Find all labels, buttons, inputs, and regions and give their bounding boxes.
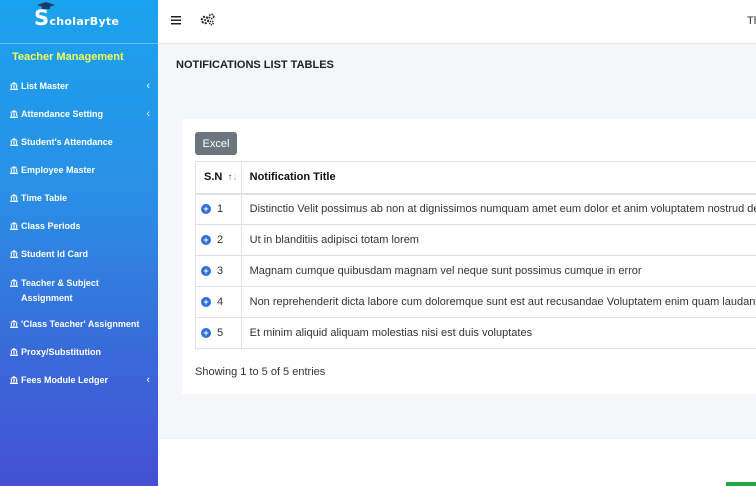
- footer: [158, 438, 756, 486]
- sidebar-item-time-table[interactable]: Time Table: [0, 184, 158, 212]
- bank-icon: [10, 222, 18, 230]
- sidebar-item-label: 'Class Teacher' Assignment: [21, 319, 140, 329]
- bank-icon: [10, 348, 18, 356]
- expand-row-icon[interactable]: +: [201, 204, 211, 215]
- notification-title-cell: Distinctio Velit possimus ab non at dign…: [241, 193, 756, 225]
- page-title: NOTIFICATIONS LIST TABLES: [176, 59, 334, 71]
- expand-row-icon[interactable]: +: [201, 297, 211, 308]
- sn-cell: +4: [195, 286, 242, 318]
- notification-title-cell: Ut in blanditiis adipisci totam lorem: [241, 224, 756, 256]
- sidebar-item-label: Class Periods: [21, 221, 81, 231]
- bank-icon: [10, 250, 18, 258]
- sn-value: 3: [217, 265, 224, 278]
- table-row: +5 Et minim aliquid aliquam molestias nis…: [195, 317, 756, 349]
- user-name[interactable]: Th: [747, 15, 756, 27]
- sidebar-item-student-s-attendance[interactable]: Student's Attendance: [0, 128, 158, 156]
- sort-icon: ↑↓: [227, 172, 238, 184]
- sidebar-item-label: Student's Attendance: [21, 137, 113, 147]
- notification-title-cell: Non reprehenderit dicta labore cum dolor…: [241, 286, 756, 318]
- sidebar-item-label: Time Table: [21, 193, 68, 203]
- column-header-notification-title[interactable]: Notification Title: [241, 161, 756, 195]
- bank-icon: [10, 110, 18, 118]
- brand-first-letter: S: [34, 6, 50, 30]
- table-row: +4 Non reprehenderit dicta labore cum dol…: [195, 286, 756, 318]
- sn-cell: +3: [195, 255, 242, 287]
- sn-value: 5: [217, 327, 224, 340]
- sidebar-item-class-teacher-assignment[interactable]: 'Class Teacher' Assignment: [0, 310, 158, 338]
- footer-accent: [726, 482, 756, 486]
- sidebar-item-student-id-card[interactable]: Student Id Card: [0, 240, 158, 268]
- sidebar-section-title: Teacher Management: [12, 51, 124, 63]
- excel-export-button[interactable]: Excel: [195, 132, 237, 155]
- table-header-row: S.N ↑↓ Notification Title: [195, 161, 756, 195]
- sidebar-item-fees-module-ledger[interactable]: Fees Module Ledger ‹: [0, 366, 158, 394]
- bank-icon: [10, 279, 18, 287]
- sn-value: 1: [217, 203, 224, 216]
- table-row: +1 Distinctio Velit possimus ab non at di…: [195, 193, 756, 225]
- hamburger-icon[interactable]: [171, 15, 181, 25]
- notification-title-cell: Et minim aliquid aliquam molestias nisi …: [241, 317, 756, 349]
- expand-row-icon[interactable]: +: [201, 235, 211, 246]
- chevron-left-icon: ‹: [146, 80, 150, 92]
- sidebar-item-class-periods[interactable]: Class Periods: [0, 212, 158, 240]
- sidebar-item-attendance-setting[interactable]: Attendance Setting ‹: [0, 100, 158, 128]
- sidebar-item-proxy-substitution[interactable]: Proxy/Substitution: [0, 338, 158, 366]
- expand-row-icon[interactable]: +: [201, 328, 211, 339]
- expand-row-icon[interactable]: +: [201, 266, 211, 277]
- column-header-sn[interactable]: S.N ↑↓: [195, 161, 242, 195]
- table-info: Showing 1 to 5 of 5 entries: [195, 366, 326, 378]
- bank-icon: [10, 194, 18, 202]
- table-row: +2 Ut in blanditiis adipisci totam lorem: [195, 224, 756, 256]
- cogs-icon[interactable]: [200, 13, 215, 26]
- column-label-sn: S.N: [204, 171, 223, 184]
- sidebar-item-list-master[interactable]: List Master ‹: [0, 72, 158, 100]
- sidebar-nav: List Master ‹ Attendance Setting ‹ Student's…: [0, 72, 158, 394]
- chevron-left-icon: ‹: [146, 374, 150, 386]
- sn-cell: +1: [195, 193, 242, 225]
- sidebar-item-label: Employee Master: [21, 165, 96, 175]
- column-label-title: Notification Title: [249, 171, 336, 184]
- sidebar-item-label: Proxy/Substitution: [21, 347, 102, 357]
- bank-icon: [10, 138, 18, 146]
- sidebar-item-teacher-subject-assignment[interactable]: Teacher & Subject Assignment: [0, 268, 158, 310]
- topbar: Th: [158, 0, 756, 44]
- brand-rest: cholarByte: [49, 15, 120, 28]
- bank-icon: [10, 166, 18, 174]
- sidebar-item-employee-master[interactable]: Employee Master: [0, 156, 158, 184]
- bank-icon: [10, 82, 18, 90]
- sidebar-item-label: Attendance Setting: [21, 109, 104, 119]
- sn-cell: +5: [195, 317, 242, 349]
- sidebar-item-label: List Master: [21, 81, 69, 91]
- notification-title-cell: Magnam cumque quibusdam magnam vel neque…: [241, 255, 756, 287]
- sidebar-item-label: Student Id Card: [21, 249, 88, 259]
- sidebar-item-label: Fees Module Ledger: [21, 375, 109, 385]
- brand-name: ScholarByte: [34, 6, 119, 30]
- bank-icon: [10, 376, 18, 384]
- sn-cell: +2: [195, 224, 242, 256]
- notifications-card: Excel S.N ↑↓ Notification Title +1 Distinc…: [182, 119, 756, 394]
- brand-logo[interactable]: ScholarByte: [0, 0, 158, 44]
- chevron-left-icon: ‹: [146, 108, 150, 120]
- sn-value: 4: [217, 296, 224, 309]
- notifications-table: S.N ↑↓ Notification Title +1 Distinctio Ve…: [195, 161, 756, 349]
- sidebar: ScholarByte Teacher Management List Mast…: [0, 0, 158, 486]
- sn-value: 2: [217, 234, 224, 247]
- bank-icon: [10, 320, 18, 328]
- sidebar-item-label: Teacher & Subject Assignment: [21, 278, 99, 303]
- table-row: +3 Magnam cumque quibusdam magnam vel neq…: [195, 255, 756, 287]
